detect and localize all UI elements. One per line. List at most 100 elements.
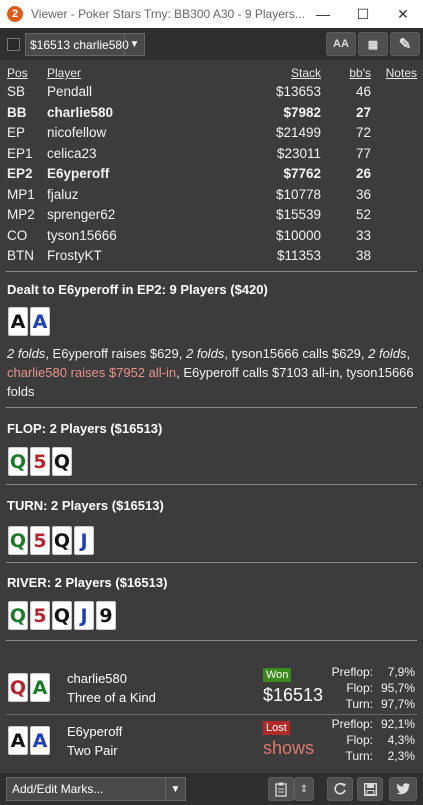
minimize-button[interactable]: — [303,0,343,28]
player-bbs: 26 [355,166,371,181]
player-stack: $15539 [275,207,321,222]
player-position: EP [7,125,26,140]
twitter-icon[interactable] [389,777,417,801]
equity-label: Preflop: [331,665,373,679]
result-player-name: charlie580 [67,671,127,686]
action-part: 2 folds [7,346,46,361]
equity-preflop: 7,9% [387,665,415,679]
playing-card: Q [52,447,72,476]
playing-card: Q [8,673,28,702]
chevron-down-icon: ▼ [165,778,185,800]
equity-stats: Preflop: 7,9% Flop: 95,7% Turn: 97,7% [315,665,415,713]
turn-cards: Q5QJ [8,526,94,555]
marks-label: Add/Edit Marks... [12,782,104,796]
preflop-title: Dealt to E6yperoff in EP2: 9 Players ($4… [7,282,268,297]
equity-label: Flop: [346,681,373,695]
close-button[interactable]: ✕ [383,0,423,28]
header-bbs[interactable]: bb's [349,66,371,80]
table-row[interactable]: BTN FrostyKT $11353 38 [0,246,423,267]
player-position: EP1 [7,145,33,161]
hand-select-value: $16513 charlie580 [30,37,129,52]
divider [6,562,417,563]
turn-title: TURN: 2 Players ($16513) [7,498,164,513]
player-name: celica23 [47,145,97,161]
chevron-down-icon: ▼ [124,34,144,55]
player-bbs: 52 [355,207,371,222]
preflop-action: 2 folds, E6yperoff raises $629, 2 folds,… [7,344,417,401]
result-cards: QA [8,673,50,702]
table-row[interactable]: EP1 celica23 $23011 77 [0,144,423,165]
table-row[interactable]: EP nicofellow $21499 72 [0,123,423,144]
equity-label: Turn: [345,697,373,711]
maximize-button[interactable]: ☐ [343,0,383,28]
hand-select-checkbox[interactable] [7,37,20,51]
header-pos[interactable]: Pos [7,66,28,80]
table-row[interactable]: EP2 E6yperoff $7762 26 [0,164,423,185]
player-bbs: 36 [355,186,371,202]
player-stack: $10778 [275,186,321,202]
player-stack: $21499 [275,125,321,140]
table-row[interactable]: MP1 fjaluz $10778 36 [0,185,423,206]
playing-card: Q [8,526,28,555]
won-badge: Won [263,668,292,682]
playing-card: Q [8,601,28,630]
refresh-icon[interactable] [327,777,353,801]
header-stack[interactable]: Stack [291,66,321,80]
divider [6,640,417,641]
hand-select-dropdown[interactable]: $16513 charlie580 ▼ [25,33,145,56]
header-player[interactable]: Player [47,66,81,80]
player-stack: $23011 [276,145,321,161]
player-position: BB [7,104,27,120]
player-stack: $13653 [275,84,321,99]
divider [6,271,417,272]
header-notes[interactable]: Notes [386,66,417,80]
action-part: 2 folds [368,346,407,361]
player-name: FrostyKT [47,248,102,263]
playing-card: 5 [30,601,50,630]
player-table: Pos Player Stack bb's Notes SB Pendall $13… [0,66,423,267]
grid-icon[interactable]: ▦ [358,32,388,56]
result-hand: Two Pair [67,743,118,758]
playing-card: A [30,307,50,336]
player-stack: $11353 [276,248,321,263]
flop-cards: Q5Q [8,447,72,476]
player-position: MP1 [7,186,35,202]
lost-shows: shows [263,738,315,758]
player-name: sprenger62 [47,207,116,222]
table-row[interactable]: SB Pendall $13653 46 [0,82,423,103]
edit-pencil-icon[interactable]: ✎ [390,32,420,56]
bottom-bar: Add/Edit Marks... ▼ ⇕ [0,773,423,805]
action-part: 2 folds [186,346,225,361]
equity-preflop: 92,1% [380,717,415,731]
table-header: Pos Player Stack bb's Notes [0,66,423,82]
equity-label: Turn: [345,749,373,763]
player-name: nicofellow [47,125,107,140]
player-position: BTN [7,248,34,263]
equity-label: Preflop: [331,717,373,731]
equity-turn: 2,3% [387,749,415,763]
player-position: CO [7,227,28,243]
table-row[interactable]: MP2 sprenger62 $15539 52 [0,205,423,226]
player-position: SB [7,84,26,99]
river-title: RIVER: 2 Players ($16513) [7,575,168,590]
table-row[interactable]: BB charlie580 $7982 27 [0,103,423,124]
window-titlebar: 2 Viewer - Poker Stars Trny: BB300 A30 -… [0,0,423,28]
table-row[interactable]: CO tyson15666 $10000 33 [0,226,423,247]
player-position: EP2 [7,166,33,181]
window-title: Viewer - Poker Stars Trny: BB300 A30 - 9… [31,7,305,21]
clipboard-icon[interactable] [268,777,294,801]
action-part: , [406,346,411,361]
playing-card: Q [8,447,28,476]
player-stack: $7982 [283,104,321,120]
player-bbs: 38 [355,248,371,263]
player-bbs: 27 [355,104,371,120]
playing-card: 5 [30,447,50,476]
sort-icon[interactable]: ⇕ [294,777,314,801]
equity-label: Flop: [346,733,373,747]
player-stack: $7762 [283,166,321,181]
marks-dropdown[interactable]: Add/Edit Marks... ▼ [6,777,186,801]
action-part: , tyson15666 calls $629, [224,346,369,361]
save-icon[interactable] [357,777,383,801]
hole-cards: AA [8,307,50,336]
font-size-button[interactable]: AA [326,32,356,56]
